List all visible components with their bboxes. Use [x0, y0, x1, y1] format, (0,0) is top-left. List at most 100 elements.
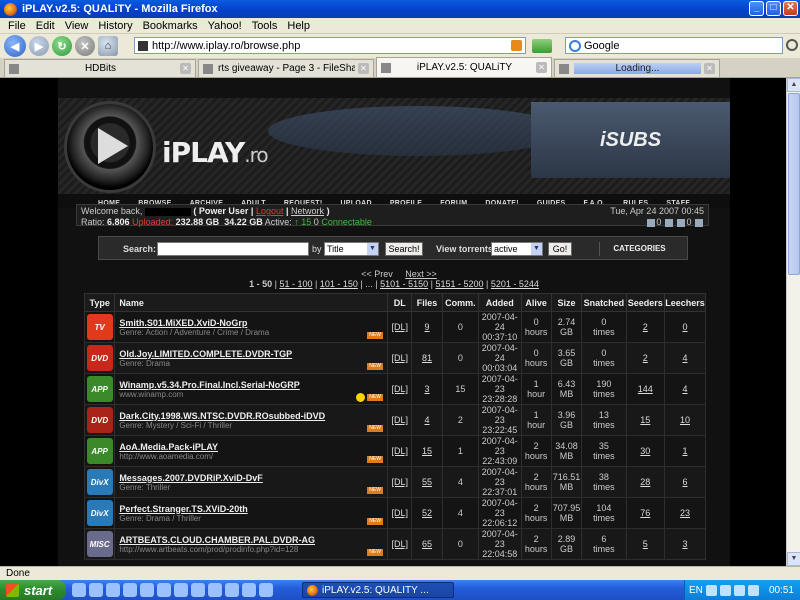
- files-link[interactable]: 9: [425, 322, 430, 332]
- reload-button[interactable]: ↻: [52, 36, 72, 56]
- quicklaunch-icon[interactable]: [259, 583, 273, 597]
- tab-close-icon[interactable]: ✕: [358, 63, 369, 74]
- comments-count[interactable]: 4: [458, 508, 463, 518]
- comments-count[interactable]: 0: [458, 353, 463, 363]
- comments-count[interactable]: 1: [458, 446, 463, 456]
- network-link[interactable]: Network: [291, 206, 324, 216]
- leechers-link[interactable]: 4: [682, 384, 687, 394]
- page-link[interactable]: 5151 - 5200: [435, 279, 483, 289]
- leechers-link[interactable]: 6: [682, 477, 687, 487]
- start-button[interactable]: start: [0, 580, 66, 600]
- col-added[interactable]: Added: [478, 293, 522, 312]
- tab-close-icon[interactable]: ✕: [180, 63, 191, 74]
- menu-help[interactable]: Help: [282, 20, 315, 32]
- view-go-button[interactable]: Go!: [548, 242, 572, 256]
- leechers-link[interactable]: 10: [680, 415, 690, 425]
- close-button[interactable]: ✕: [783, 1, 798, 16]
- tab-iplay[interactable]: iPLAY.v2.5: QUALiTY ✕: [376, 57, 552, 77]
- page-link[interactable]: 51 - 100: [279, 279, 312, 289]
- minimize-button[interactable]: _: [749, 1, 764, 16]
- page-link[interactable]: 5201 - 5244: [491, 279, 539, 289]
- files-link[interactable]: 3: [425, 384, 430, 394]
- google-icon[interactable]: [569, 40, 581, 52]
- col-seeders[interactable]: Seeders: [625, 293, 665, 312]
- seeders-link[interactable]: 76: [640, 508, 650, 518]
- torrent-name-link[interactable]: ARTBEATS.CLOUD.CHAMBER.PAL.DVDR-AG: [119, 535, 387, 545]
- col-snatched[interactable]: Snatched: [581, 293, 627, 312]
- type-cell[interactable]: APP: [83, 435, 116, 467]
- categories-button[interactable]: CATEGORIES: [599, 242, 679, 256]
- sent-icon[interactable]: [677, 218, 686, 227]
- home-button[interactable]: ⌂: [98, 36, 118, 56]
- scroll-up-arrow-icon[interactable]: ▲: [787, 78, 800, 92]
- torrent-name-link[interactable]: Messages.2007.DVDRiP.XviD-DvF: [119, 473, 387, 483]
- tray-icon[interactable]: [747, 584, 759, 596]
- quicklaunch-icon[interactable]: [208, 583, 222, 597]
- site-logo[interactable]: iPLAY.ro: [162, 136, 269, 169]
- menu-tools[interactable]: Tools: [247, 20, 283, 32]
- torrent-name-link[interactable]: Perfect.Stranger.TS.XViD-20th: [119, 504, 387, 514]
- download-link[interactable]: [DL]: [392, 415, 409, 425]
- leechers-link[interactable]: 0: [682, 322, 687, 332]
- category-icon[interactable]: APP: [86, 438, 113, 464]
- torrent-name-link[interactable]: AoA.Media.Pack-iPLAY: [119, 442, 387, 452]
- files-link[interactable]: 55: [422, 477, 432, 487]
- seeders-link[interactable]: 2: [643, 322, 648, 332]
- comments-count[interactable]: 2: [458, 415, 463, 425]
- col-files[interactable]: Files: [411, 293, 443, 312]
- quicklaunch-icon[interactable]: [123, 583, 137, 597]
- tab-hdbits[interactable]: HDBits ✕: [4, 59, 196, 77]
- tab-close-icon[interactable]: ✕: [704, 63, 715, 74]
- quicklaunch-icon[interactable]: [72, 583, 86, 597]
- magnifier-icon[interactable]: [786, 39, 798, 51]
- view-torrents-select[interactable]: active ▼: [491, 242, 543, 256]
- seeders-link[interactable]: 2: [643, 353, 648, 363]
- comments-count[interactable]: 0: [458, 539, 463, 549]
- col-name[interactable]: Name: [114, 293, 389, 312]
- forward-button[interactable]: ▶: [29, 36, 49, 56]
- address-bar[interactable]: http://www.iplay.ro/browse.php: [134, 37, 526, 54]
- download-link[interactable]: [DL]: [392, 322, 409, 332]
- files-link[interactable]: 4: [425, 415, 430, 425]
- type-cell[interactable]: DVD: [83, 404, 116, 436]
- comments-count[interactable]: 0: [458, 322, 463, 332]
- seeders-link[interactable]: 5: [643, 539, 648, 549]
- category-icon[interactable]: TV: [86, 314, 113, 340]
- rss-icon[interactable]: [511, 40, 522, 51]
- leechers-link[interactable]: 23: [680, 508, 690, 518]
- col-size[interactable]: Size: [550, 293, 583, 312]
- category-icon[interactable]: DivX: [86, 469, 113, 495]
- files-link[interactable]: 15: [422, 446, 432, 456]
- search-engine-box[interactable]: Google: [565, 37, 798, 54]
- menu-bookmarks[interactable]: Bookmarks: [138, 20, 203, 32]
- category-icon[interactable]: DivX: [86, 500, 113, 526]
- col-comments[interactable]: Comm.: [441, 293, 480, 312]
- category-icon[interactable]: APP: [86, 376, 113, 402]
- tab-close-icon[interactable]: ✕: [536, 62, 547, 73]
- next-link[interactable]: Next >>: [405, 269, 437, 279]
- files-link[interactable]: 65: [422, 539, 432, 549]
- download-link[interactable]: [DL]: [392, 477, 409, 487]
- go-button[interactable]: [532, 39, 552, 53]
- quicklaunch-icon[interactable]: [140, 583, 154, 597]
- rss-feed-icon[interactable]: [695, 218, 703, 227]
- category-icon[interactable]: DVD: [86, 345, 113, 371]
- page-link[interactable]: 5101 - 5150: [380, 279, 428, 289]
- files-link[interactable]: 52: [422, 508, 432, 518]
- download-link[interactable]: [DL]: [392, 353, 409, 363]
- maximize-button[interactable]: □: [766, 1, 781, 16]
- quicklaunch-icon[interactable]: [225, 583, 239, 597]
- leechers-link[interactable]: 4: [682, 353, 687, 363]
- menu-edit[interactable]: Edit: [31, 20, 60, 32]
- back-button[interactable]: ◀: [4, 35, 26, 57]
- type-cell[interactable]: DVD: [83, 342, 116, 374]
- download-link[interactable]: [DL]: [392, 508, 409, 518]
- scroll-thumb[interactable]: [788, 93, 800, 275]
- comments-count[interactable]: 4: [458, 477, 463, 487]
- torrent-search-input[interactable]: [157, 242, 309, 256]
- stop-button[interactable]: ✕: [75, 36, 95, 56]
- col-type[interactable]: Type: [83, 293, 116, 312]
- menu-yahoo[interactable]: Yahoo!: [203, 20, 247, 32]
- download-link[interactable]: [DL]: [392, 539, 409, 549]
- files-link[interactable]: 81: [422, 353, 432, 363]
